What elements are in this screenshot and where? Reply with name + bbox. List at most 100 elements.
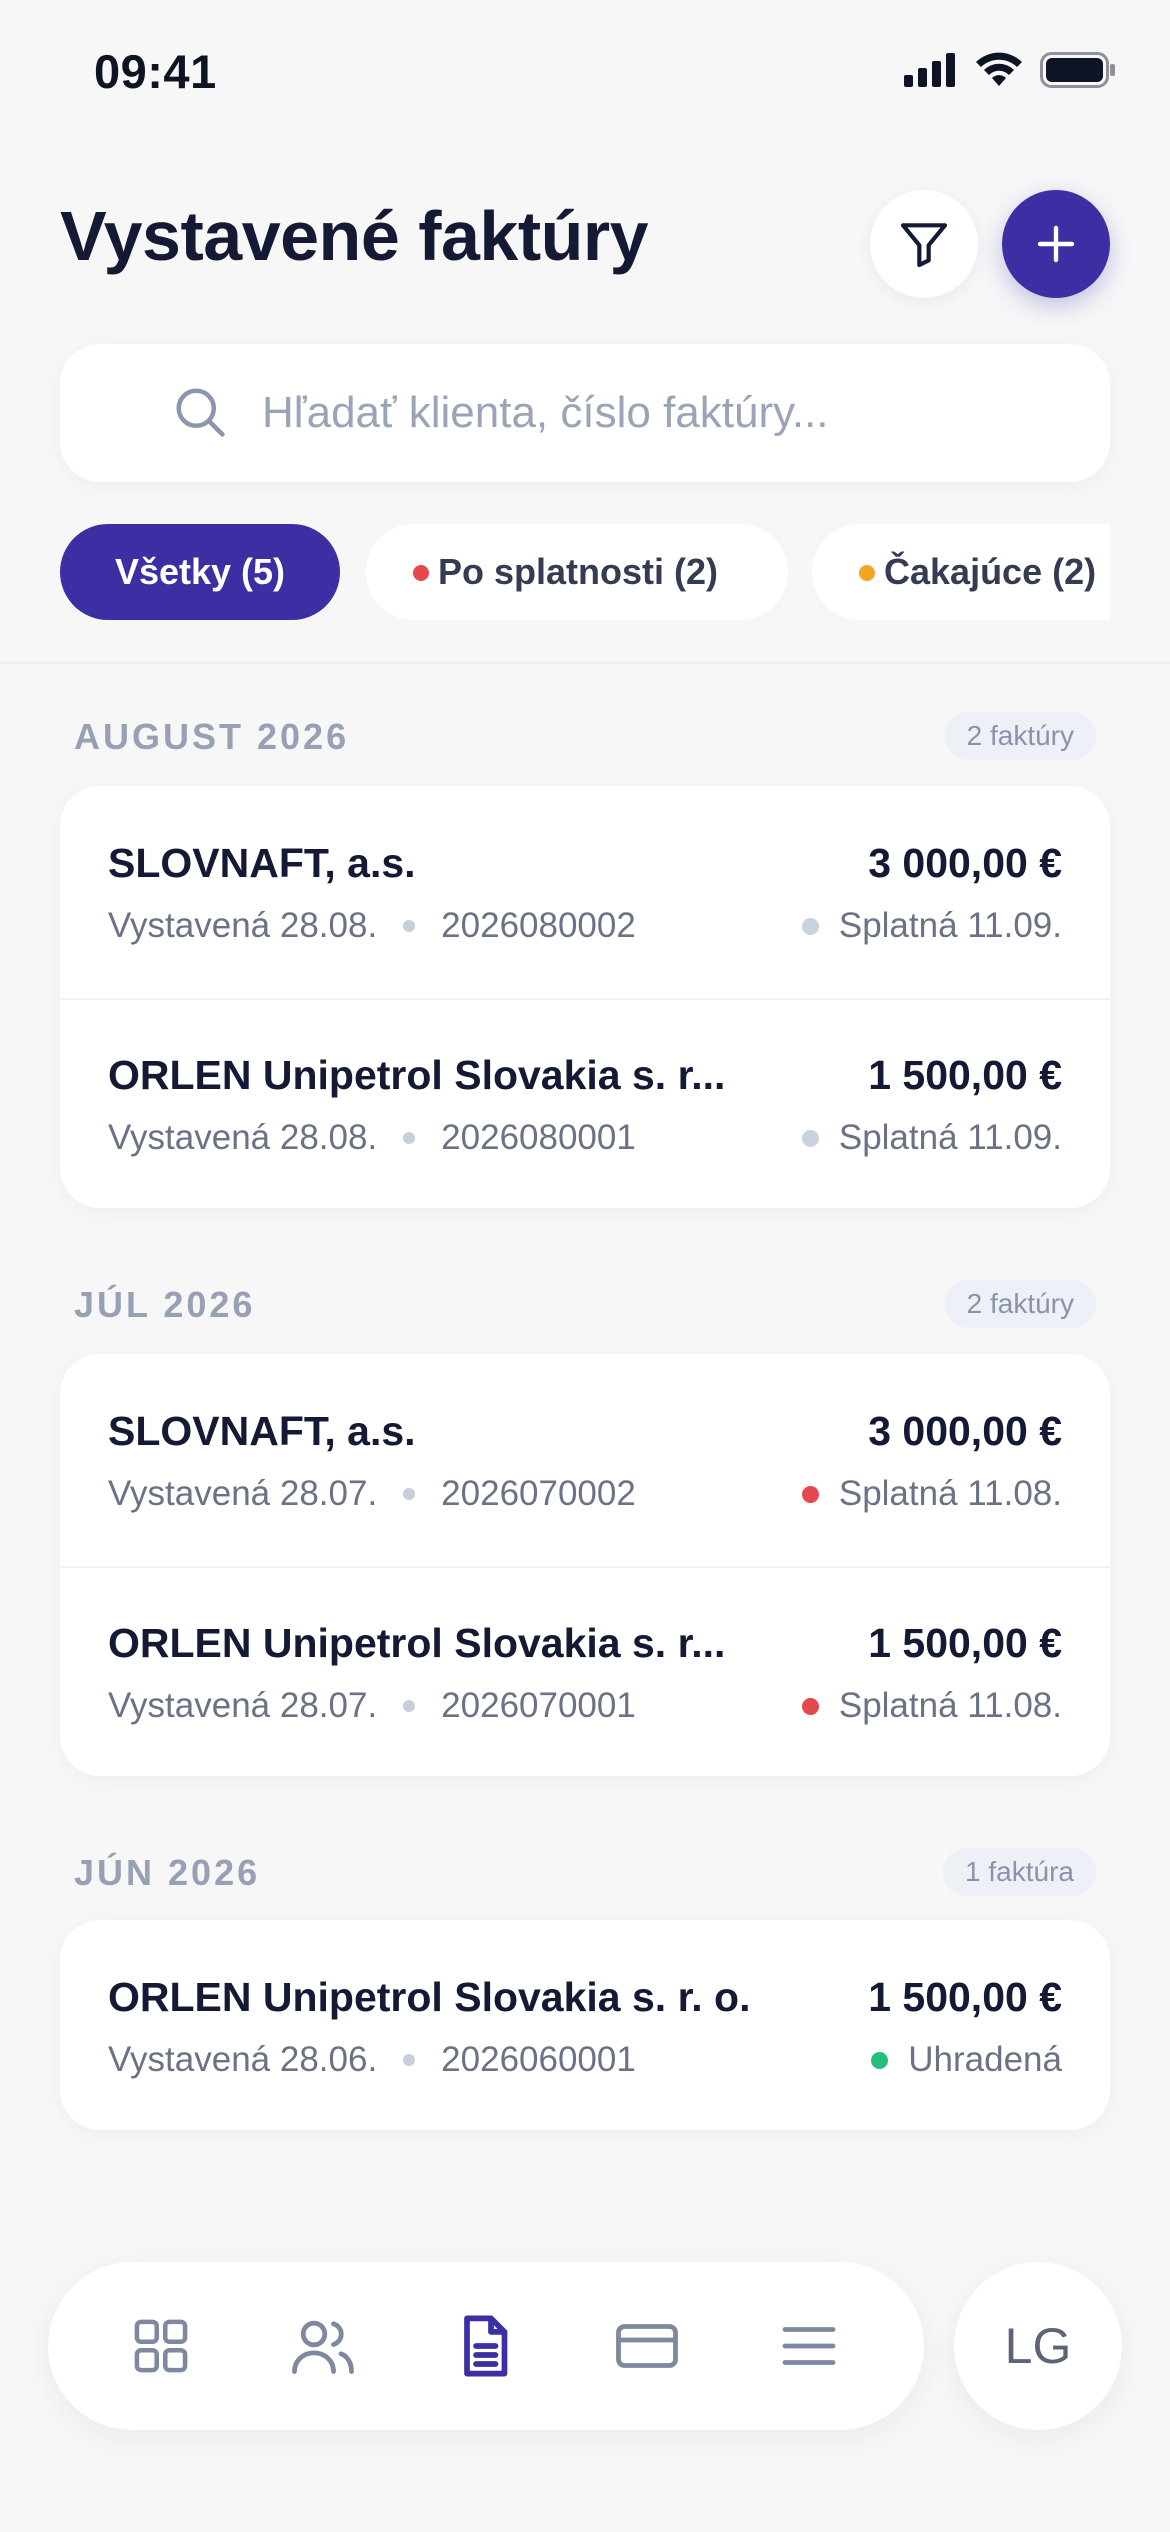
separator-dot (403, 1132, 416, 1144)
invoice-card: SLOVNAFT, a.s. 3 000,00 € Vystavená 28.0… (60, 1354, 1110, 1776)
invoice-status: Uhradená (871, 2040, 1062, 2080)
client-name: ORLEN Unipetrol Slovakia s. r... (108, 1620, 726, 1666)
invoice-row[interactable]: ORLEN Unipetrol Slovakia s. r... 1 500,0… (60, 998, 1110, 1208)
chip-label: Čakajúce (2) (884, 551, 1097, 592)
status-dot (801, 1129, 819, 1147)
due-date: Splatná 11.09. (838, 1118, 1062, 1157)
count-badge: 1 faktúra (943, 1848, 1096, 1896)
invoice-document-icon (464, 2315, 508, 2377)
tab-invoices[interactable] (445, 2306, 525, 2386)
invoice-amount: 1 500,00 € (868, 1974, 1062, 2020)
plus-icon (1037, 225, 1075, 263)
overdue-dot (413, 565, 429, 581)
invoice-amount: 1 500,00 € (868, 1052, 1062, 1098)
invoice-status: Splatná 11.08. (801, 1686, 1062, 1726)
status-bar: 09:41 (0, 0, 1170, 150)
section-header-august: AUGUST 2026 2 faktúry (74, 712, 1096, 762)
invoice-card: SLOVNAFT, a.s. 3 000,00 € Vystavená 28.0… (60, 786, 1110, 1208)
invoice-status: Splatná 11.09. (801, 906, 1062, 946)
invoice-meta: Vystavená 28.07. 2026070002 (108, 1474, 636, 1514)
section-label: JÚL 2026 (74, 1284, 256, 1325)
tab-more[interactable] (769, 2306, 849, 2386)
pending-dot (859, 565, 875, 581)
invoice-meta: Vystavená 28.08. 2026080001 (108, 1118, 636, 1158)
chip-overdue[interactable]: Po splatnosti (2) (366, 524, 788, 620)
search-input[interactable] (262, 344, 1082, 482)
separator-dot (403, 920, 416, 932)
separator-dot (403, 1700, 416, 1712)
status-dot (801, 1697, 819, 1715)
page-title: Vystavené faktúry (60, 197, 649, 275)
issued-date: Vystavená 28.06. (108, 2040, 378, 2079)
chip-label: Všetky (5) (114, 551, 286, 592)
invoice-meta: Vystavená 28.08. 2026080002 (108, 906, 636, 946)
invoice-meta: Vystavená 28.07. 2026070001 (108, 1686, 636, 1726)
invoice-row[interactable]: SLOVNAFT, a.s. 3 000,00 € Vystavená 28.0… (60, 786, 1110, 998)
filter-button[interactable] (870, 190, 978, 298)
chip-label: Po splatnosti (2) (438, 551, 719, 592)
section-label: AUGUST 2026 (74, 716, 350, 757)
status-dot (871, 2051, 889, 2069)
filter-chips: Všetky (5) Po splatnosti (2) Čakajúce (2… (60, 524, 1110, 622)
wifi-icon (976, 52, 1022, 86)
bottom-tab-bar (48, 2262, 924, 2430)
separator-dot (403, 2054, 416, 2066)
issued-date: Vystavená 28.08. (108, 906, 378, 945)
avatar[interactable]: LG (954, 2262, 1122, 2430)
invoice-row[interactable]: ORLEN Unipetrol Slovakia s. r... 1 500,0… (60, 1566, 1110, 1776)
tab-clients[interactable] (283, 2306, 363, 2386)
invoice-number: 2026080001 (441, 1118, 636, 1157)
status-dot (801, 1485, 819, 1503)
invoice-number: 2026070001 (441, 1686, 636, 1725)
invoice-number: 2026070002 (441, 1474, 636, 1513)
section-header-june: JÚN 2026 1 faktúra (74, 1848, 1096, 1898)
invoice-row[interactable]: ORLEN Unipetrol Slovakia s. r. o. 1 500,… (60, 1920, 1110, 2130)
invoice-amount: 3 000,00 € (868, 840, 1062, 886)
invoice-status: Splatná 11.09. (801, 1118, 1062, 1158)
client-name: ORLEN Unipetrol Slovakia s. r. o. (108, 1974, 751, 2020)
due-date: Splatná 11.09. (838, 906, 1062, 945)
status-time: 09:41 (94, 45, 217, 98)
chip-all[interactable]: Všetky (5) (60, 524, 340, 620)
status-dot (801, 917, 819, 935)
row-divider (60, 1566, 1110, 1568)
tab-payments[interactable] (607, 2306, 687, 2386)
section-header-july: JÚL 2026 2 faktúry (74, 1280, 1096, 1330)
due-date: Splatná 11.08. (838, 1686, 1062, 1725)
separator-dot (403, 1488, 416, 1500)
client-name: SLOVNAFT, a.s. (108, 1408, 416, 1454)
search-bar[interactable] (60, 344, 1110, 482)
add-invoice-button[interactable] (1002, 190, 1110, 298)
invoice-card: ORLEN Unipetrol Slovakia s. r. o. 1 500,… (60, 1920, 1110, 2130)
invoice-amount: 3 000,00 € (868, 1408, 1062, 1454)
filter-icon (900, 223, 948, 268)
menu-icon (782, 2327, 836, 2365)
status-icons (904, 52, 1116, 88)
search-icon (176, 388, 225, 437)
client-name: ORLEN Unipetrol Slovakia s. r... (108, 1052, 726, 1098)
issued-date: Vystavená 28.08. (108, 1118, 378, 1157)
row-divider (60, 998, 1110, 1000)
invoice-meta: Vystavená 28.06. 2026060001 (108, 2040, 636, 2080)
battery-icon (1040, 52, 1115, 88)
invoice-row[interactable]: SLOVNAFT, a.s. 3 000,00 € Vystavená 28.0… (60, 1354, 1110, 1566)
due-date: Splatná 11.08. (838, 1474, 1062, 1513)
issued-date: Vystavená 28.07. (108, 1474, 378, 1513)
invoice-status: Splatná 11.08. (801, 1474, 1062, 1514)
paid-status: Uhradená (908, 2040, 1062, 2079)
tab-dashboard[interactable] (121, 2306, 201, 2386)
invoice-amount: 1 500,00 € (868, 1620, 1062, 1666)
divider (0, 662, 1170, 664)
count-badge: 2 faktúry (944, 1280, 1096, 1328)
section-label: JÚN 2026 (74, 1852, 261, 1893)
clients-icon (292, 2320, 354, 2374)
issued-date: Vystavená 28.07. (108, 1686, 378, 1725)
cellular-signal-icon (904, 53, 955, 87)
card-icon (616, 2324, 678, 2368)
chip-pending[interactable]: Čakajúce (2) (812, 524, 1110, 620)
invoice-number: 2026060001 (441, 2040, 636, 2079)
dashboard-grid-icon (134, 2319, 188, 2373)
client-name: SLOVNAFT, a.s. (108, 840, 416, 886)
invoice-number: 2026080002 (441, 906, 636, 945)
count-badge: 2 faktúry (944, 712, 1096, 760)
